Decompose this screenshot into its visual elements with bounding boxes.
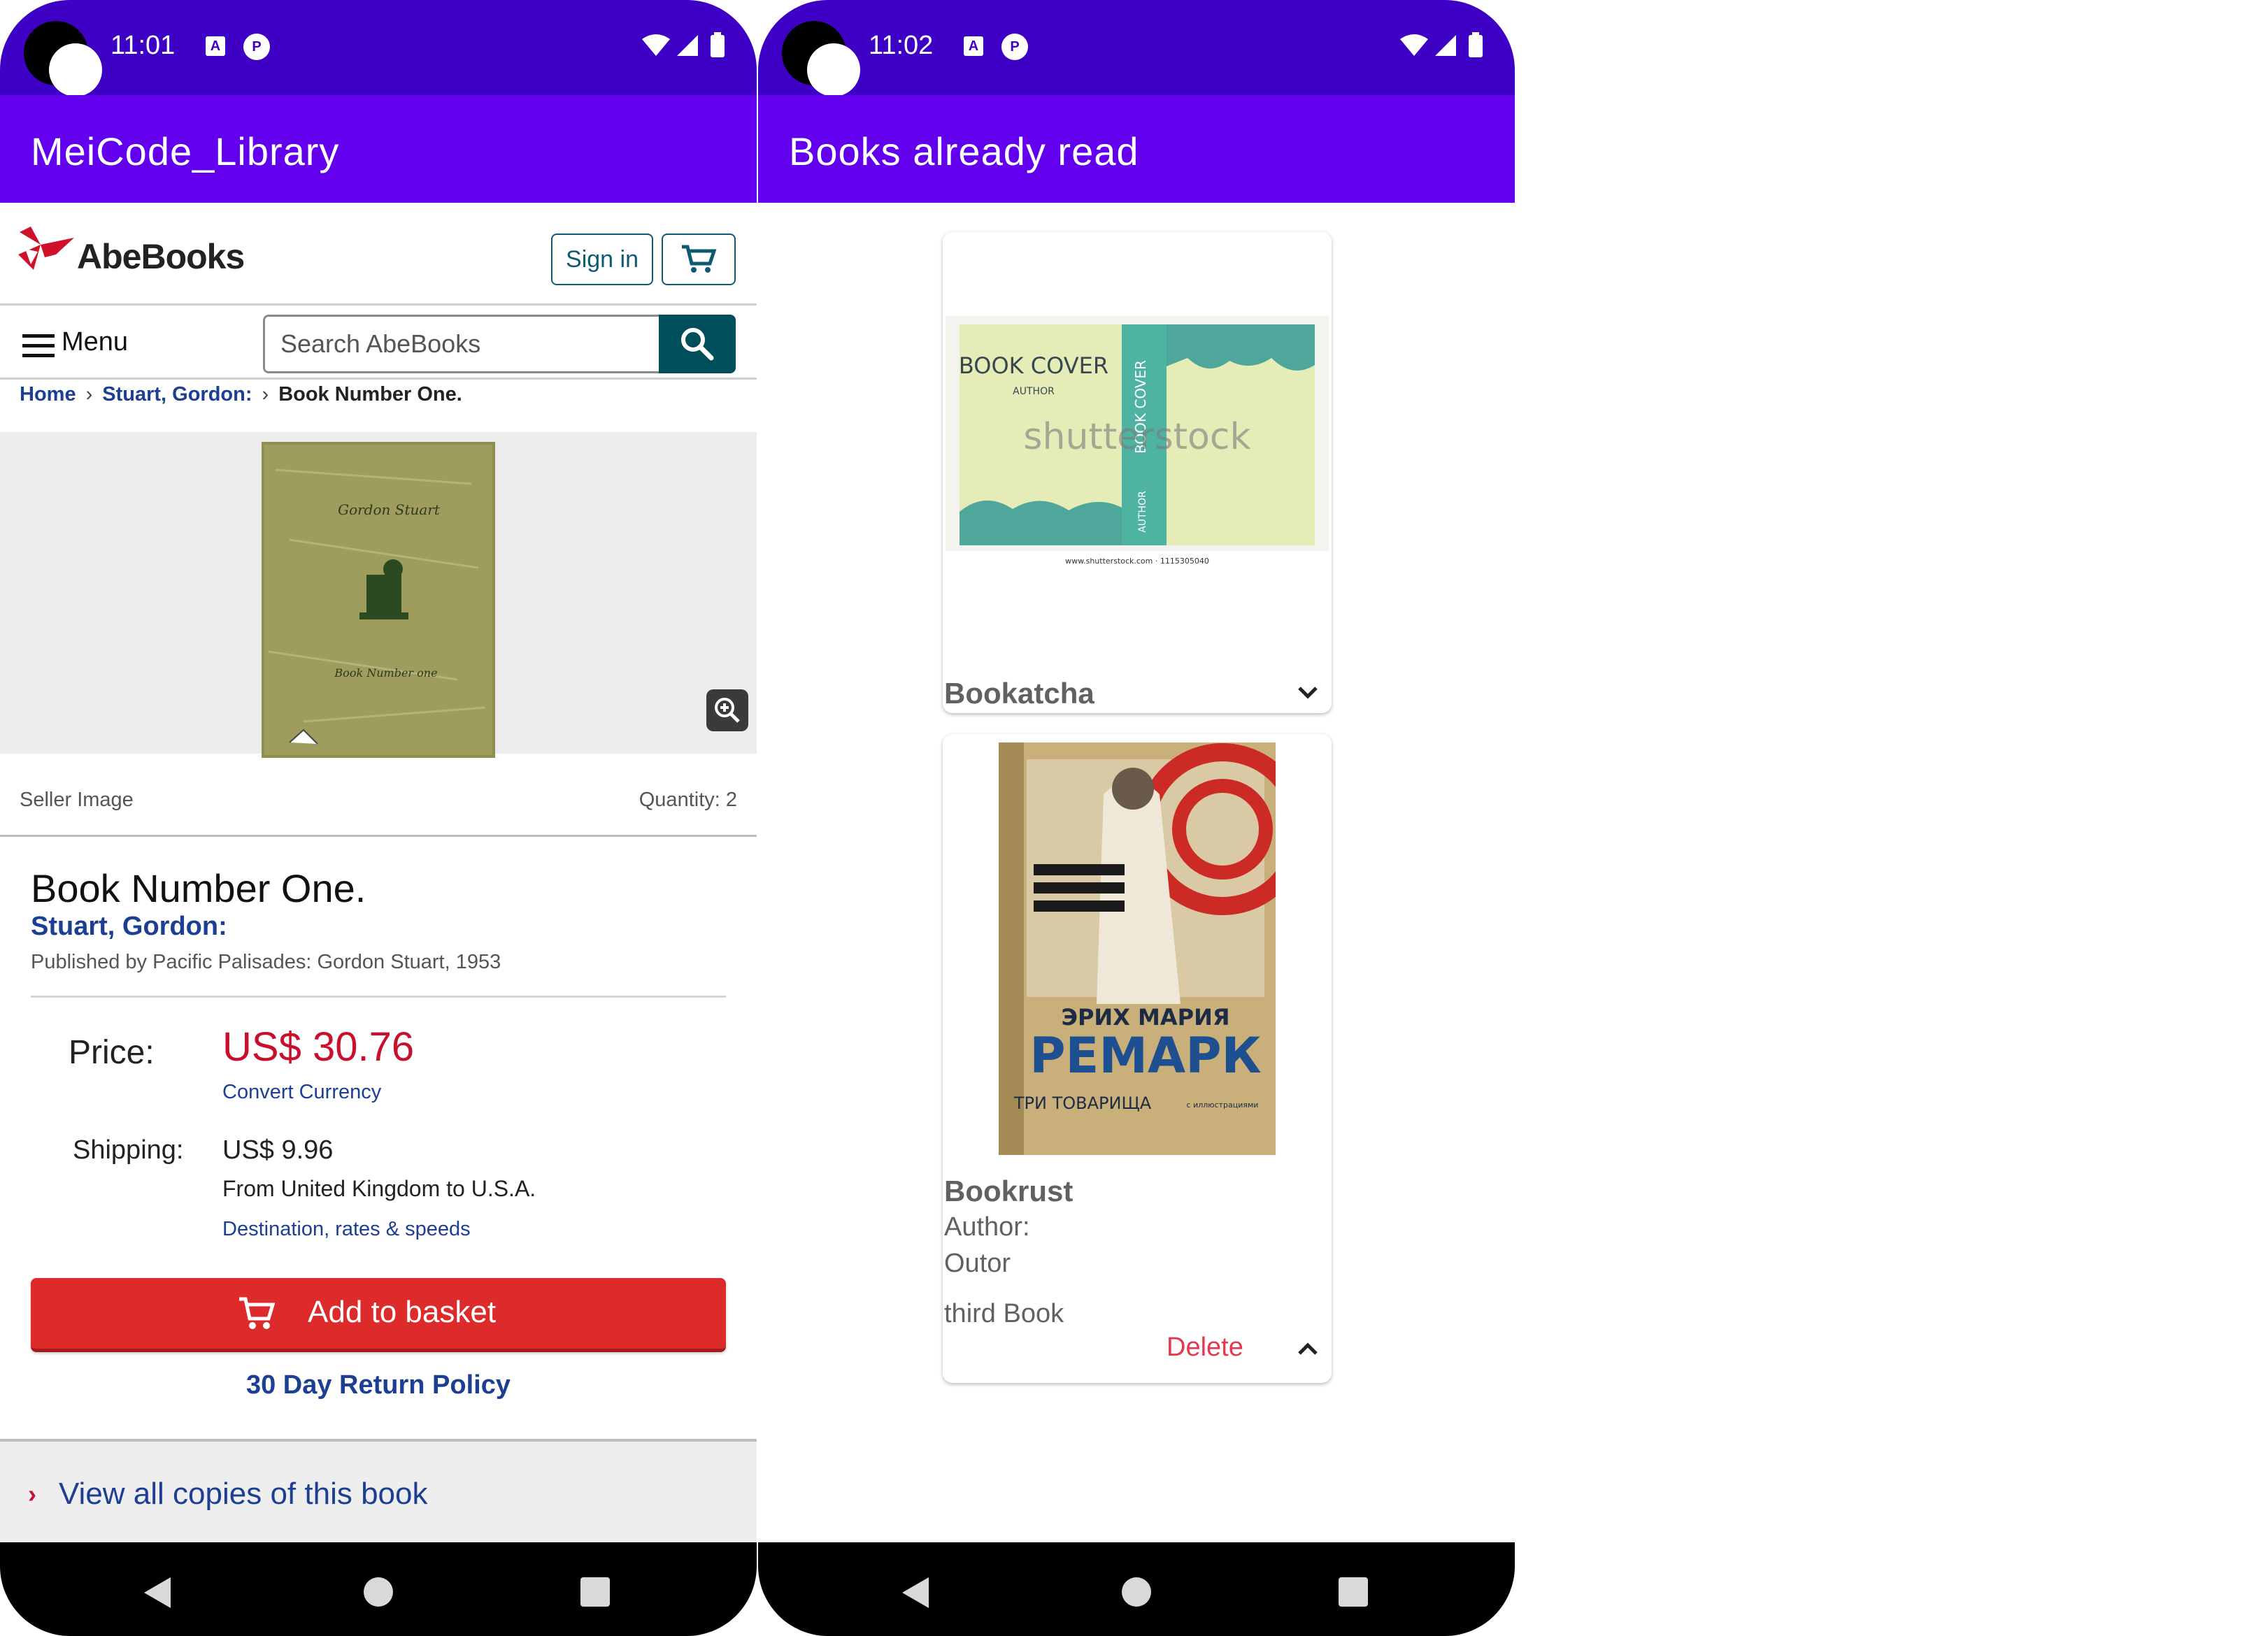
search-button[interactable]: [659, 315, 736, 373]
book-card-bookatcha[interactable]: BOOK COVER AUTHOR BOOK COVER AUTHOR shut…: [943, 232, 1332, 713]
book-card-bookrust[interactable]: ЭРИХ МАРИЯ РЕМАРК ТРИ ТОВАРИЩА с иллюстр…: [943, 734, 1332, 1383]
app-title: Books already read: [789, 129, 1139, 173]
back-icon[interactable]: [902, 1577, 929, 1608]
book-cover-image[interactable]: Gordon Stuart Book Number one: [262, 442, 495, 758]
search-divider: [0, 378, 757, 380]
zoom-in-icon: [715, 698, 740, 723]
chevron-right-icon: ›: [28, 1479, 36, 1508]
menu-button-label[interactable]: Menu: [62, 327, 128, 357]
cover-book-title-text: ТРИ ТОВАРИЩА: [1013, 1093, 1152, 1113]
notification-p-icon: P: [243, 34, 270, 60]
abebooks-logo-icon: [18, 227, 74, 270]
delete-button[interactable]: Delete: [1167, 1333, 1243, 1363]
price-value: US$ 30.76: [222, 1024, 415, 1070]
cover-name-text: РЕМАРК: [1029, 1027, 1261, 1084]
status-bar: 11:02 A P: [758, 0, 1515, 96]
card-title: Bookatcha: [944, 677, 1094, 710]
signal-icon: [1435, 35, 1456, 56]
phone-screen-books-read: 11:02 A P Books already read BOOK COVER …: [758, 0, 1515, 1636]
abebooks-logo-text: AbeBooks: [77, 237, 245, 276]
back-icon[interactable]: [144, 1577, 171, 1608]
chevron-right-icon: ›: [262, 383, 269, 406]
recents-icon[interactable]: [580, 1577, 610, 1607]
breadcrumb-current: Book Number One.: [278, 383, 462, 406]
wifi-icon: [642, 34, 670, 56]
book-cover-image: ЭРИХ МАРИЯ РЕМАРК ТРИ ТОВАРИЩА с иллюстр…: [999, 742, 1276, 1155]
book-description: third Book: [944, 1299, 1064, 1328]
add-to-basket-label: Add to basket: [308, 1295, 497, 1329]
notification-a-icon: A: [206, 36, 225, 56]
status-bar: 11:01 A P: [0, 0, 757, 96]
cover-title-text: BOOK COVER: [959, 352, 1108, 379]
cart-icon: [682, 245, 717, 273]
book-author-link[interactable]: Stuart, Gordon:: [31, 912, 227, 942]
notification-p-icon: P: [1001, 34, 1028, 60]
chevron-down-icon[interactable]: [1295, 680, 1320, 705]
cover-spine-author-text: AUTHOR: [1137, 491, 1148, 533]
cover-author-text: Gordon Stuart: [338, 501, 441, 518]
books-list: BOOK COVER AUTHOR BOOK COVER AUTHOR shut…: [758, 203, 1515, 1542]
recents-icon[interactable]: [1339, 1577, 1368, 1607]
status-icons: [642, 32, 725, 57]
navigation-bar: [758, 1542, 1515, 1636]
hamburger-menu-icon[interactable]: [22, 333, 55, 358]
app-bar: MeiCode_Library: [0, 95, 757, 203]
image-divider: [0, 835, 757, 837]
breadcrumb: Home › Stuart, Gordon: › Book Number One.: [20, 383, 462, 406]
cart-icon: [239, 1297, 276, 1329]
wifi-icon: [1400, 34, 1428, 56]
convert-currency-link[interactable]: Convert Currency: [222, 1081, 381, 1104]
phone-screen-library: 11:01 A P MeiCode_Library AbeBooks Sign …: [0, 0, 757, 1636]
author-value: Outor: [944, 1249, 1011, 1278]
status-icons: [1400, 32, 1483, 57]
signal-icon: [677, 35, 698, 56]
cart-button[interactable]: [662, 234, 736, 285]
view-all-copies-link[interactable]: › View all copies of this book: [0, 1439, 757, 1542]
chevron-up-icon[interactable]: [1295, 1337, 1320, 1362]
status-time: 11:01: [110, 31, 176, 60]
home-icon[interactable]: [364, 1577, 393, 1607]
book-title: Book Number One.: [31, 866, 366, 910]
shipping-label: Shipping:: [73, 1135, 184, 1165]
camera-cutout: [24, 21, 102, 96]
app-bar: Books already read: [758, 95, 1515, 203]
notification-a-icon: A: [964, 36, 983, 56]
details-divider: [31, 996, 726, 998]
book-cover-image: BOOK COVER AUTHOR BOOK COVER AUTHOR shut…: [946, 316, 1329, 566]
shipping-origin: From United Kingdom to U.S.A.: [222, 1176, 536, 1201]
breadcrumb-author[interactable]: Stuart, Gordon:: [102, 383, 252, 406]
image-caption-text: www.shutterstock.com · 1115305040: [1065, 557, 1209, 566]
publisher-info: Published by Pacific Palisades: Gordon S…: [31, 951, 501, 973]
add-to-basket-button[interactable]: Add to basket: [31, 1278, 726, 1352]
zoom-button[interactable]: [706, 689, 748, 731]
seller-image-label: Seller Image: [20, 789, 134, 811]
search-input[interactable]: Search AbeBooks: [263, 315, 662, 373]
return-policy-link[interactable]: 30 Day Return Policy: [0, 1370, 757, 1400]
chevron-right-icon: ›: [85, 383, 93, 406]
cover-note-text: с иллюстрациями: [1187, 1100, 1259, 1110]
navigation-bar: [0, 1542, 757, 1636]
cover-title-text: Book Number one: [334, 666, 437, 680]
webview-abebooks: AbeBooks Sign in Menu Search AbeBooks Ho…: [0, 203, 757, 1542]
battery-icon: [711, 35, 725, 57]
search-icon: [681, 328, 714, 361]
watermark-text: shutterstock: [1023, 416, 1250, 458]
author-label: Author:: [944, 1212, 1030, 1242]
app-title: MeiCode_Library: [31, 129, 340, 173]
book-image-area: Gordon Stuart Book Number one: [0, 432, 757, 758]
breadcrumb-home[interactable]: Home: [20, 383, 76, 406]
shipping-value: US$ 9.96: [222, 1135, 334, 1165]
camera-cutout: [782, 21, 860, 96]
battery-icon: [1469, 35, 1483, 57]
status-time: 11:02: [869, 31, 934, 60]
price-label: Price:: [69, 1034, 155, 1071]
home-icon[interactable]: [1122, 1577, 1151, 1607]
view-all-copies-label: View all copies of this book: [59, 1477, 428, 1511]
header-divider: [0, 303, 757, 306]
card-title: Bookrust: [944, 1175, 1074, 1207]
sign-in-button[interactable]: Sign in: [551, 234, 653, 285]
cover-author-text: AUTHOR: [1013, 386, 1055, 397]
destination-rates-link[interactable]: Destination, rates & speeds: [222, 1218, 471, 1241]
quantity-label: Quantity: 2: [639, 789, 737, 811]
